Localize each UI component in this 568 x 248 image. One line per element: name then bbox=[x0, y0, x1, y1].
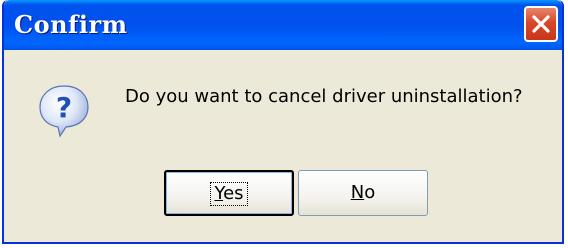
yes-button-label: Yes bbox=[210, 182, 248, 206]
close-icon bbox=[532, 15, 550, 33]
confirm-dialog: Confirm ? Do you want to cancel driver u… bbox=[2, 0, 564, 244]
yes-accelerator: Y bbox=[214, 183, 224, 204]
yes-button[interactable]: Yes bbox=[164, 170, 294, 216]
dialog-message: Do you want to cancel driver uninstallat… bbox=[125, 86, 523, 107]
no-label-rest: o bbox=[364, 182, 376, 203]
yes-label-rest: es bbox=[223, 183, 244, 204]
close-button[interactable] bbox=[524, 6, 558, 42]
no-button-label: No bbox=[348, 182, 378, 204]
no-accelerator: N bbox=[350, 182, 365, 203]
no-button[interactable]: No bbox=[298, 170, 428, 216]
title-bar[interactable]: Confirm bbox=[4, 0, 562, 50]
window-title: Confirm bbox=[14, 10, 128, 39]
svg-text:?: ? bbox=[56, 91, 72, 124]
question-icon: ? bbox=[39, 85, 89, 138]
